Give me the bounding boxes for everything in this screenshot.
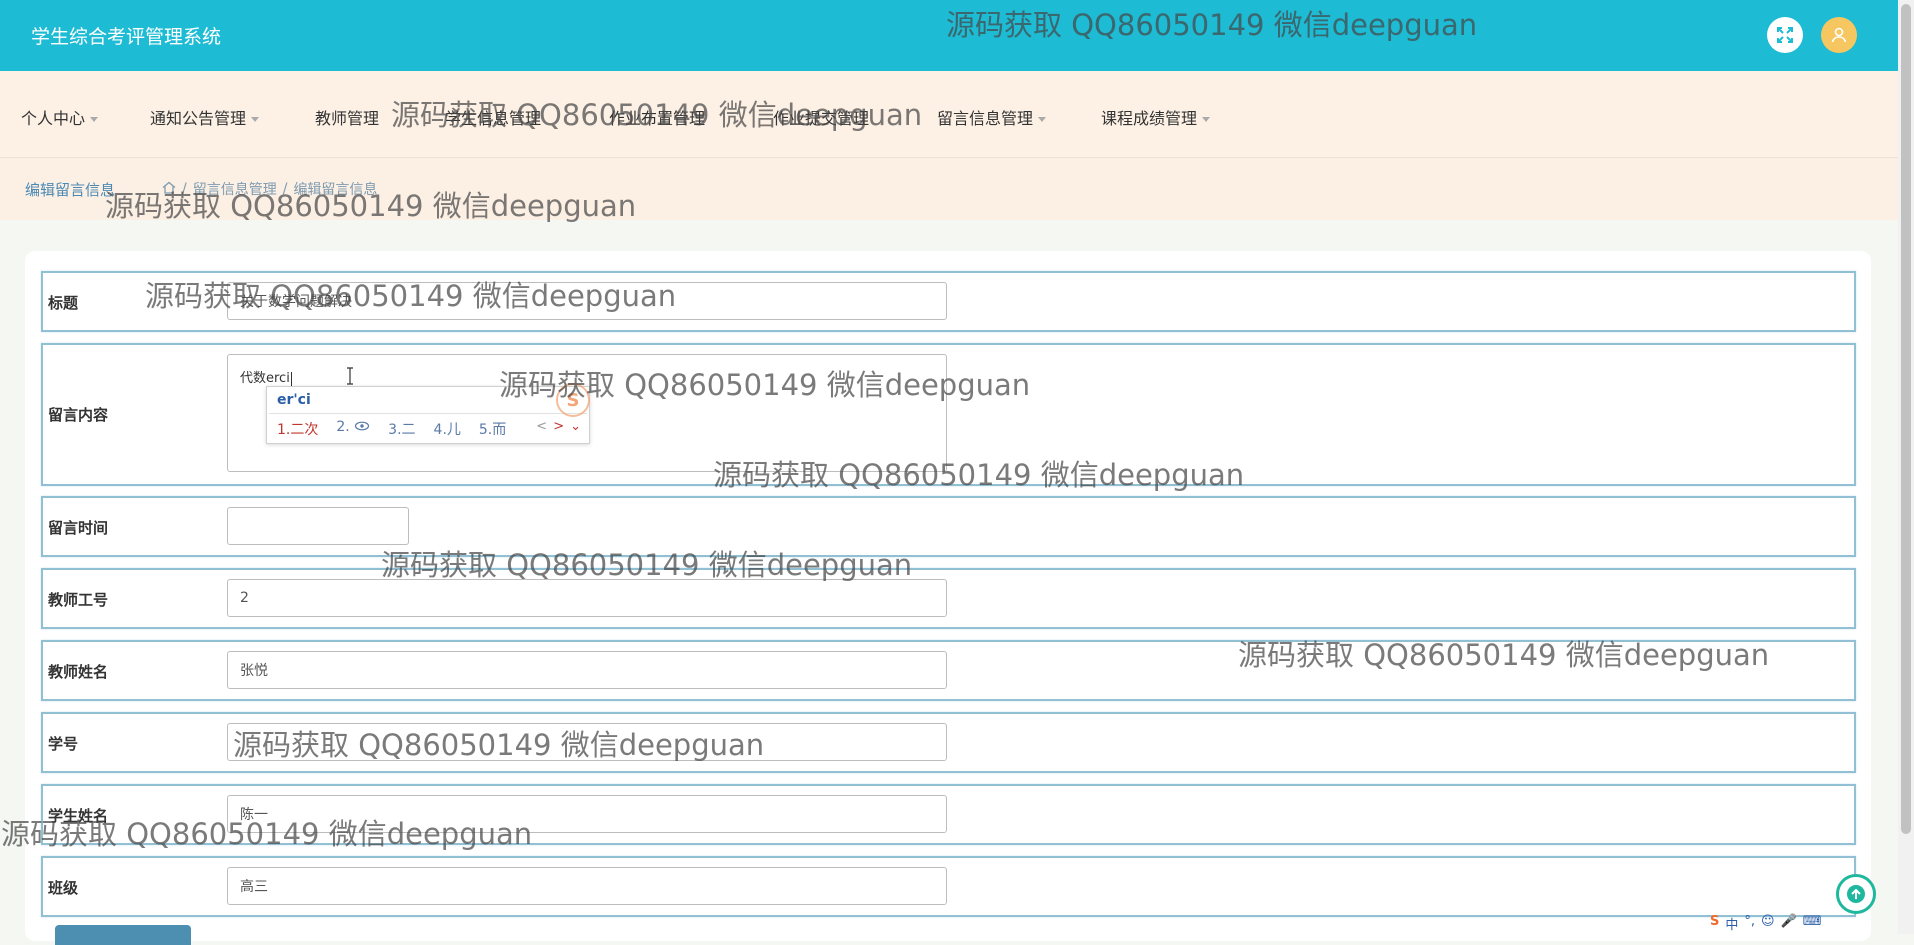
field-label: 留言时间 [48, 519, 109, 537]
form-row-student-name: 学生姓名 陈一 [41, 784, 1856, 845]
form-row-student-id: 学号 [41, 712, 1856, 773]
form-row-teacher-id: 教师工号 2 [41, 568, 1856, 629]
nav-homework-submit-management[interactable]: 作业提交管理 [773, 105, 869, 129]
teacher-id-input[interactable]: 2 [227, 579, 947, 617]
eye-icon [350, 419, 370, 435]
text-cursor-icon [345, 367, 355, 389]
field-label: 学生姓名 [48, 807, 109, 825]
form-row-time: 留言时间 [41, 496, 1856, 557]
tray-item[interactable]: ☺ [1761, 914, 1775, 933]
field-label: 班级 [48, 879, 79, 897]
field-label: 教师工号 [48, 591, 109, 609]
nav-teacher-management[interactable]: 教师管理 [315, 105, 379, 129]
sogou-logo-icon: S [1710, 914, 1720, 929]
breadcrumb-current: 编辑留言信息 [293, 182, 378, 198]
form-row-class: 班级 高三 [41, 856, 1856, 917]
nav-homework-assign-management[interactable]: 作业布置管理 [609, 105, 705, 129]
breadcrumb: 编辑留言信息 / 留言信息管理 / 编辑留言信息 [0, 158, 1898, 220]
chevron-down-icon [251, 117, 260, 122]
chevron-down-icon [1202, 117, 1211, 122]
time-input[interactable] [227, 507, 409, 545]
expand-icon[interactable]: ⌄ [570, 419, 581, 434]
title-input[interactable]: 关于数学问题解决 [227, 282, 947, 320]
ime-candidate[interactable]: 4.儿 [434, 419, 461, 439]
chevron-down-icon [90, 117, 99, 122]
top-header: 学生综合考评管理系统 [0, 0, 1898, 71]
ime-candidate[interactable]: 1.二次 [277, 419, 318, 439]
breadcrumb-path: / 留言信息管理 / 编辑留言信息 [162, 179, 377, 199]
ime-page-nav: < > ⌄ [536, 419, 581, 434]
submit-button[interactable] [55, 925, 191, 945]
text-cursor [290, 371, 292, 386]
class-input[interactable]: 高三 [227, 867, 947, 905]
fullscreen-icon[interactable] [1767, 17, 1803, 53]
ime-candidate[interactable]: 3.二 [388, 419, 415, 439]
sogou-ime-icon: S [556, 383, 590, 417]
arrow-up-icon [1847, 885, 1865, 903]
ime-composition: er'ci [277, 392, 311, 408]
app-title: 学生综合考评管理系统 [31, 26, 222, 48]
avatar[interactable] [1821, 17, 1857, 53]
next-page-icon[interactable]: > [553, 419, 564, 434]
nav-notice-management[interactable]: 通知公告管理 [150, 105, 260, 129]
page-title: 编辑留言信息 [25, 181, 116, 199]
nav-personal-center[interactable]: 个人中心 [21, 105, 99, 129]
teacher-name-input[interactable]: 张悦 [227, 651, 947, 689]
nav-student-info-management[interactable]: 学生信息管理 [445, 105, 541, 129]
main-nav: 个人中心 通知公告管理 教师管理 学生信息管理 作业布置管理 作业提交管理 留言… [0, 71, 1898, 158]
ime-candidate[interactable]: 2. [336, 419, 370, 439]
tray-item[interactable]: 🎤 [1781, 914, 1797, 933]
field-label: 标题 [48, 294, 79, 312]
ime-candidate[interactable]: 5.而 [479, 419, 506, 439]
student-name-input[interactable]: 陈一 [227, 795, 947, 833]
breadcrumb-separator: / [282, 181, 288, 197]
tray-item[interactable]: 中 [1725, 914, 1738, 933]
vertical-scrollbar[interactable] [1898, 0, 1914, 934]
breadcrumb-separator: / [182, 181, 187, 197]
prev-page-icon[interactable]: < [536, 419, 547, 434]
ime-candidate-popup: er'ci 1.二次 2. 3.二 4.儿 5.而 < > ⌄ [266, 386, 590, 444]
tray-item[interactable]: °, [1744, 914, 1755, 933]
form-row-title: 标题 关于数学问题解决 [41, 271, 1856, 332]
student-id-input[interactable] [227, 723, 947, 761]
ime-status-bar: S 中 °, ☺ 🎤 ⌨ [1710, 914, 1822, 933]
nav-course-score-management[interactable]: 课程成绩管理 [1101, 105, 1211, 129]
tray-item[interactable]: ⌨ [1803, 914, 1822, 933]
form-row-teacher-name: 教师姓名 张悦 [41, 640, 1856, 701]
breadcrumb-section[interactable]: 留言信息管理 [193, 179, 277, 199]
field-label: 学号 [48, 735, 79, 753]
divider [269, 413, 587, 414]
chevron-down-icon [1038, 117, 1047, 122]
field-label: 教师姓名 [48, 663, 109, 681]
nav-message-management[interactable]: 留言信息管理 [937, 105, 1047, 129]
ime-candidates: 1.二次 2. 3.二 4.儿 5.而 [277, 419, 506, 439]
home-icon[interactable] [162, 181, 176, 198]
back-to-top-button[interactable] [1836, 874, 1876, 914]
scrollbar-thumb[interactable] [1901, 4, 1911, 834]
field-label: 留言内容 [48, 406, 109, 424]
